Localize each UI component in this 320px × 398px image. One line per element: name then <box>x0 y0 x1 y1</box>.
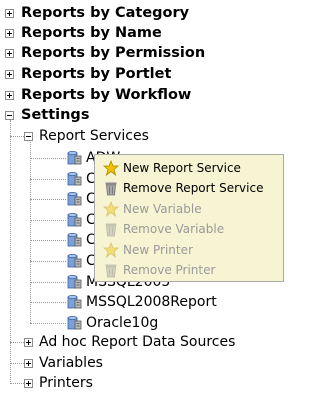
tree-node-label[interactable]: Variables <box>39 355 103 371</box>
tree-node-label[interactable]: Reports by Portlet <box>21 66 171 82</box>
tree-node-settings[interactable]: Settings <box>5 105 89 125</box>
star-icon <box>103 201 119 217</box>
database-server-icon <box>66 294 82 310</box>
tree-connector-line <box>10 363 24 364</box>
tree-connector-line <box>30 142 31 323</box>
tree-node-label[interactable]: Reports by Workflow <box>21 87 191 103</box>
collapse-toggle-icon[interactable] <box>24 131 33 141</box>
tree-node-printers[interactable]: Printers <box>24 373 93 393</box>
expand-toggle-icon[interactable] <box>24 378 33 388</box>
tree-node-report-services[interactable]: Report Services <box>24 126 149 146</box>
tree-connector-line <box>30 240 66 241</box>
menu-item-label: New Printer <box>123 243 193 257</box>
expand-toggle-icon[interactable] <box>5 69 14 79</box>
menu-item-label: Remove Printer <box>123 263 216 277</box>
tree-node-reports-by-category[interactable]: Reports by Category <box>5 3 189 23</box>
tree-node-report-service[interactable]: Oracle10g <box>66 313 158 333</box>
tree-node-label[interactable]: Oracle10g <box>86 315 158 331</box>
expand-toggle-icon[interactable] <box>24 358 33 368</box>
tree-connector-line <box>10 342 24 343</box>
trash-icon <box>105 182 117 196</box>
tree-connector-line <box>10 120 11 384</box>
menu-item-label: Remove Report Service <box>123 181 264 195</box>
tree-connector-line <box>30 323 66 324</box>
expand-toggle-icon[interactable] <box>5 90 14 100</box>
database-server-icon <box>66 232 82 248</box>
database-server-icon <box>66 171 82 187</box>
expand-toggle-icon[interactable] <box>5 28 14 38</box>
tree-node-reports-by-permission[interactable]: Reports by Permission <box>5 43 205 63</box>
database-server-icon <box>66 274 82 290</box>
tree-connector-line <box>10 136 24 137</box>
star-icon <box>103 242 119 258</box>
database-server-icon <box>66 150 82 166</box>
context-menu: New Report Service Remove Report Service… <box>94 154 284 282</box>
database-server-icon <box>66 191 82 207</box>
tree-node-label[interactable]: Reports by Category <box>21 5 189 21</box>
tree-node-label[interactable]: Report Services <box>39 128 149 144</box>
tree-connector-line <box>30 220 66 221</box>
tree-node-variables[interactable]: Variables <box>24 353 103 373</box>
tree-node-reports-by-name[interactable]: Reports by Name <box>5 23 162 43</box>
tree-connector-line <box>30 179 66 180</box>
tree-node-ad-hoc-report-data-sources[interactable]: Ad hoc Report Data Sources <box>24 332 235 352</box>
menu-item-label: Remove Variable <box>123 222 225 236</box>
tree-node-report-service[interactable]: C <box>66 230 96 250</box>
tree-node-reports-by-workflow[interactable]: Reports by Workflow <box>5 85 191 105</box>
tree-node-report-service[interactable]: C <box>66 251 96 271</box>
tree-node-report-service[interactable]: MSSQL2008Report <box>66 292 217 312</box>
tree-connector-line <box>30 158 66 159</box>
database-server-icon <box>66 253 82 269</box>
database-server-icon <box>66 315 82 331</box>
tree-node-label[interactable]: Printers <box>39 375 93 391</box>
menu-item-label: New Report Service <box>123 161 241 175</box>
expand-toggle-icon[interactable] <box>5 8 14 18</box>
expand-toggle-icon[interactable] <box>24 337 33 347</box>
collapse-toggle-icon[interactable] <box>5 110 14 120</box>
tree-node-label[interactable]: Reports by Name <box>21 25 162 41</box>
tree-connector-line <box>10 383 24 384</box>
menu-item-new-printer[interactable]: New Printer <box>95 240 193 260</box>
tree-node-report-service[interactable]: C <box>66 210 96 230</box>
tree-connector-line <box>30 282 66 283</box>
expand-toggle-icon[interactable] <box>5 48 14 58</box>
trash-icon <box>105 223 117 237</box>
tree-connector-line <box>30 261 66 262</box>
tree-connector-line <box>30 199 66 200</box>
menu-item-remove-variable[interactable]: Remove Variable <box>95 219 224 239</box>
tree-node-label[interactable]: Settings <box>21 107 89 123</box>
tree-node-label[interactable]: Ad hoc Report Data Sources <box>39 334 235 350</box>
tree-node-report-service[interactable]: C <box>66 189 96 209</box>
tree-node-label[interactable]: Reports by Permission <box>21 45 205 61</box>
tree-connector-line <box>30 302 66 303</box>
menu-item-new-variable[interactable]: New Variable <box>95 199 202 219</box>
menu-item-new-report-service[interactable]: New Report Service <box>95 158 241 178</box>
tree-node-report-service[interactable]: C <box>66 169 96 189</box>
star-icon <box>103 160 119 176</box>
menu-item-remove-printer[interactable]: Remove Printer <box>95 260 215 280</box>
menu-item-remove-report-service[interactable]: Remove Report Service <box>95 178 263 198</box>
menu-item-label: New Variable <box>123 202 202 216</box>
tree-node-reports-by-portlet[interactable]: Reports by Portlet <box>5 64 171 84</box>
tree-node-label[interactable]: MSSQL2008Report <box>86 294 217 310</box>
database-server-icon <box>66 212 82 228</box>
trash-icon <box>105 264 117 278</box>
